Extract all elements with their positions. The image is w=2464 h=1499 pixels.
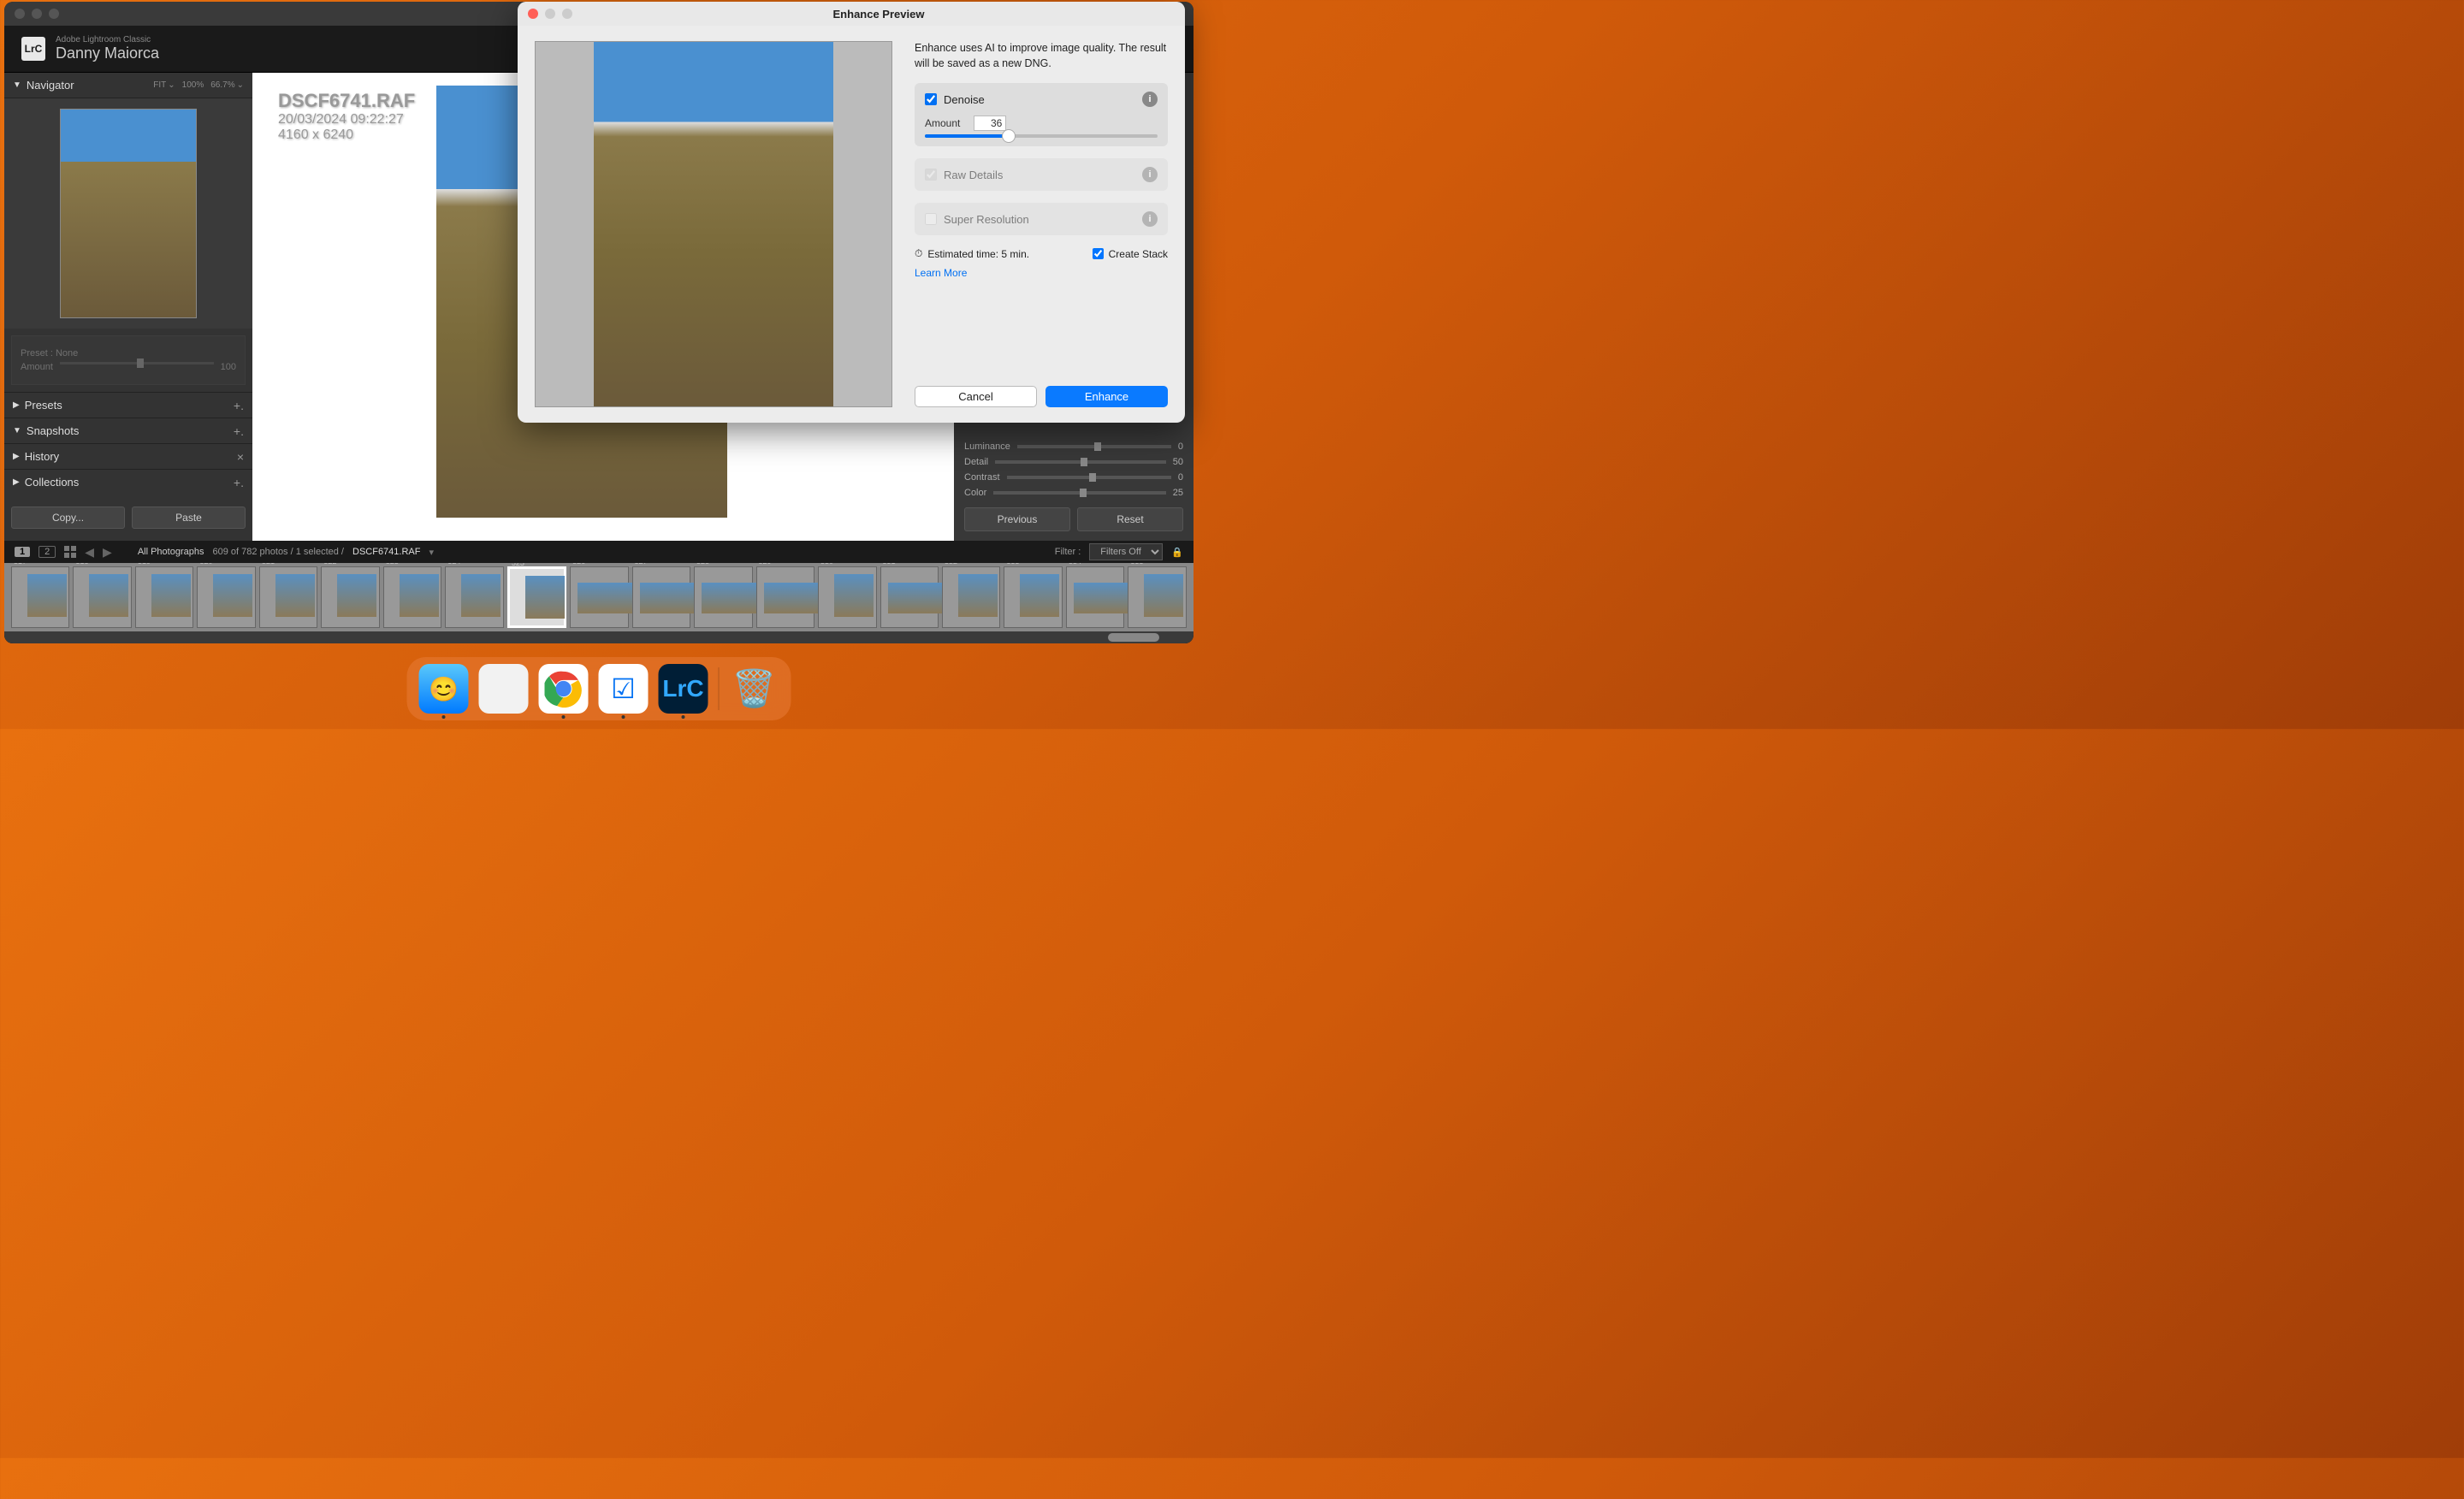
filter-lock-icon[interactable]: 🔒 xyxy=(1171,547,1183,558)
disclosure-triangle-icon: ▼ xyxy=(13,80,21,90)
create-stack-label: Create Stack xyxy=(1109,248,1168,260)
copy-button[interactable]: Copy... xyxy=(11,507,125,529)
meta-dimensions: 4160 x 6240 xyxy=(278,127,415,143)
thumbnail[interactable]: 530 xyxy=(818,566,876,628)
reset-button[interactable]: Reset xyxy=(1077,507,1183,531)
denoise-label: Denoise xyxy=(944,93,985,106)
info-icon[interactable]: i xyxy=(1142,167,1158,182)
thumbnail[interactable]: 522 xyxy=(321,566,379,628)
paste-button[interactable]: Paste xyxy=(132,507,246,529)
amount-label: Amount xyxy=(925,117,960,129)
page-current[interactable]: 1 xyxy=(15,547,30,557)
user-name: Danny Maiorca xyxy=(56,44,159,62)
info-icon[interactable]: i xyxy=(1142,211,1158,227)
super-resolution-checkbox xyxy=(925,213,937,225)
thumbnail[interactable]: 532 xyxy=(942,566,1000,628)
filter-select[interactable]: Filters Off xyxy=(1089,543,1163,560)
preset-preview-box: Preset : None Amount100 xyxy=(11,335,246,385)
filmstrip-area: 1 2 ◀ ▶ All Photographs 609 of 782 photo… xyxy=(4,541,1194,643)
enhance-description: Enhance uses AI to improve image quality… xyxy=(915,41,1168,71)
thumbnail[interactable]: 524 xyxy=(445,566,503,628)
traffic-lights[interactable] xyxy=(528,9,572,19)
thumbnail[interactable]: 526 xyxy=(570,566,628,628)
panel-collections[interactable]: ▶Collections+. xyxy=(4,469,252,495)
enhance-preview-image[interactable] xyxy=(535,41,892,407)
filter-label: Filter : xyxy=(1055,547,1081,557)
dock-separator xyxy=(719,667,720,710)
thumbnail[interactable]: 531 xyxy=(880,566,939,628)
navigator-label: Navigator xyxy=(27,79,74,92)
raw-details-checkbox xyxy=(925,169,937,181)
thumbnail[interactable]: 529 xyxy=(756,566,814,628)
learn-more-link[interactable]: Learn More xyxy=(915,267,1168,279)
denoise-checkbox[interactable] xyxy=(925,93,937,105)
thumbnail[interactable]: 517 xyxy=(11,566,69,628)
dock-launchpad[interactable] xyxy=(479,664,529,714)
lrc-logo: LrC xyxy=(21,37,45,61)
page-other[interactable]: 2 xyxy=(38,546,56,558)
navigator-preview[interactable] xyxy=(4,98,252,329)
dock-trash[interactable]: 🗑️ xyxy=(730,664,779,714)
navigator-header[interactable]: ▼ Navigator FIT ⌄ 100% 66.7% ⌄ xyxy=(4,73,252,98)
zoom-667[interactable]: 66.7% ⌄ xyxy=(210,80,244,90)
nav-back-icon[interactable]: ◀ xyxy=(85,545,94,560)
collection-name[interactable]: All Photographs xyxy=(138,547,204,557)
thumbnail[interactable]: 518 xyxy=(73,566,131,628)
enhance-dialog: Enhance Preview Enhance uses AI to impro… xyxy=(518,2,1185,423)
panel-snapshots[interactable]: ▼Snapshots+. xyxy=(4,418,252,443)
image-metadata-overlay: DSCF6741.RAF 20/03/2024 09:22:27 4160 x … xyxy=(278,90,415,143)
filmstrip-scrollbar[interactable] xyxy=(4,631,1194,643)
thumbnail[interactable]: 528 xyxy=(694,566,752,628)
left-panel: ▼ Navigator FIT ⌄ 100% 66.7% ⌄ Preset : … xyxy=(4,73,252,541)
amount-slider[interactable] xyxy=(925,134,1158,138)
thumbnail[interactable]: 520 xyxy=(197,566,255,628)
raw-details-label: Raw Details xyxy=(944,169,1003,181)
previous-button[interactable]: Previous xyxy=(964,507,1070,531)
zoom-fit[interactable]: FIT ⌄ xyxy=(153,80,175,90)
macos-dock: 😊 ☑ LrC 🗑️ xyxy=(407,657,791,720)
nav-forward-icon[interactable]: ▶ xyxy=(103,545,112,560)
thumbnail[interactable]: 527 xyxy=(632,566,690,628)
dock-lightroom[interactable]: LrC xyxy=(659,664,708,714)
filmstrip-toolbar: 1 2 ◀ ▶ All Photographs 609 of 782 photo… xyxy=(4,541,1194,563)
zoom-100[interactable]: 100% xyxy=(182,80,204,90)
thumbnail[interactable]: 535 xyxy=(1128,566,1186,628)
panel-history[interactable]: ▶History× xyxy=(4,443,252,469)
enhance-button[interactable]: Enhance xyxy=(1045,386,1168,407)
meta-filename: DSCF6741.RAF xyxy=(278,90,415,112)
filmstrip[interactable]: 5175185195205215225235245255265275285295… xyxy=(4,563,1194,631)
info-icon[interactable]: i xyxy=(1142,92,1158,107)
selected-filename[interactable]: DSCF6741.RAF xyxy=(352,547,420,557)
panel-presets[interactable]: ▶Presets+. xyxy=(4,392,252,418)
dock-chrome[interactable] xyxy=(539,664,589,714)
photo-count: 609 of 782 photos / 1 selected / xyxy=(212,547,344,557)
close-icon[interactable] xyxy=(528,9,538,19)
estimated-time: Estimated time: 5 min. xyxy=(927,248,1029,260)
thumbnail[interactable]: 523 xyxy=(383,566,441,628)
super-resolution-section: Super Resolution i xyxy=(915,203,1168,235)
denoise-section: Denoise i Amount 36 xyxy=(915,83,1168,146)
brand-label: Adobe Lightroom Classic xyxy=(56,35,159,44)
create-stack-checkbox[interactable] xyxy=(1093,248,1104,259)
thumbnail[interactable]: 519 xyxy=(135,566,193,628)
grid-view-icon[interactable] xyxy=(64,546,76,558)
thumbnail[interactable]: 533 xyxy=(1004,566,1062,628)
raw-details-section: Raw Details i xyxy=(915,158,1168,191)
amount-value[interactable]: 36 xyxy=(974,116,1006,131)
thumbnail[interactable]: 521 xyxy=(259,566,317,628)
traffic-lights[interactable] xyxy=(15,9,59,19)
enhance-title: Enhance Preview xyxy=(572,8,1185,21)
cancel-button[interactable]: Cancel xyxy=(915,386,1037,407)
super-resolution-label: Super Resolution xyxy=(944,213,1029,226)
meta-datetime: 20/03/2024 09:22:27 xyxy=(278,112,415,127)
thumbnail[interactable]: 525 xyxy=(507,566,566,628)
stopwatch-icon: ⏱ xyxy=(915,247,922,260)
dock-finder[interactable]: 😊 xyxy=(419,664,469,714)
thumbnail[interactable]: 534 xyxy=(1066,566,1124,628)
enhance-titlebar: Enhance Preview xyxy=(518,2,1185,26)
dock-things[interactable]: ☑ xyxy=(599,664,649,714)
